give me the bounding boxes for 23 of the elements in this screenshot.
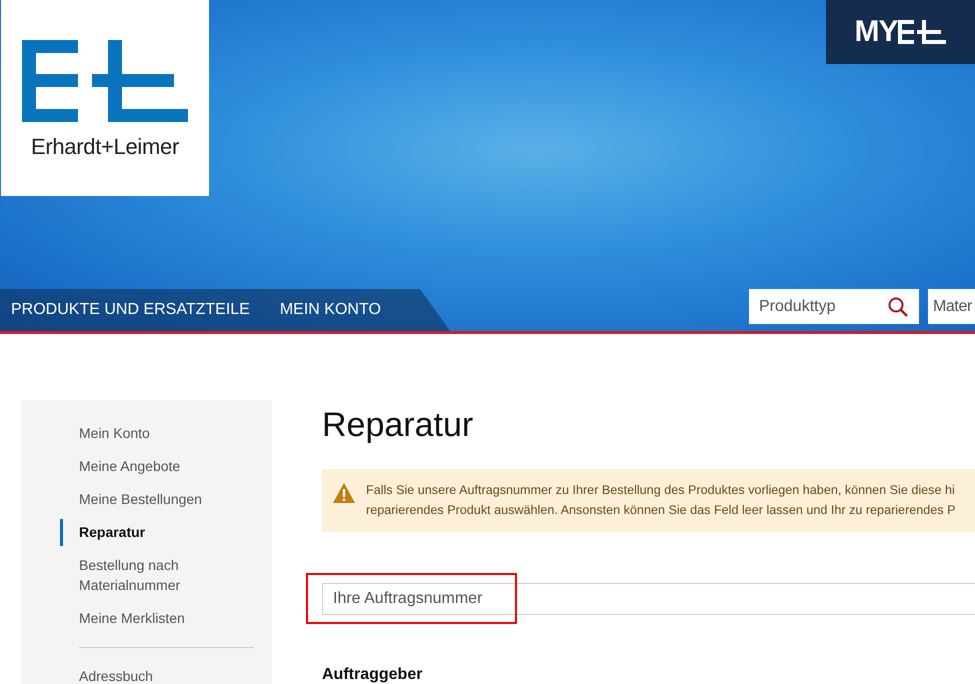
sidebar-link[interactable]: Mein Konto	[61, 417, 254, 450]
search-field[interactable]: Produkttyp	[749, 289, 919, 324]
el-logo-icon	[898, 20, 948, 44]
search-field[interactable]: Mater	[928, 289, 975, 324]
nav-link[interactable]: PRODUKTE UND ERSATZTEILE	[11, 301, 250, 319]
page-title: Reparatur	[322, 406, 474, 445]
warning-icon	[332, 482, 356, 504]
sidebar-link[interactable]: Meine Angebote	[61, 450, 254, 483]
alert-message: Falls Sie unsere Auftragsnummer zu Ihrer Bestellung des Produktes vorliegen haben, können Sie diese hi reparierendes Produkt auswählen. Ansonsten können Sie das Feld leer lassen und Ihr zu reparierendes P	[366, 482, 956, 519]
portal-badge[interactable]: MY	[826, 0, 975, 64]
section-heading: Auftraggeber	[322, 666, 424, 684]
search-icon[interactable]	[887, 296, 909, 318]
nav-link[interactable]: MEIN KONTO	[280, 301, 381, 319]
company-name: Erhardt+Leimer	[30, 134, 180, 160]
sidebar-link[interactable]: Adressbuch	[61, 660, 254, 684]
company-logo[interactable]: Erhardt+Leimer	[1, 0, 209, 196]
sidebar-link[interactable]: Meine Merklisten	[61, 602, 254, 635]
order-number-field[interactable]: Ihre Auftragsnummer	[322, 583, 975, 615]
badge-text: MY	[854, 15, 898, 49]
sidebar-link[interactable]: Meine Bestellungen	[61, 483, 254, 516]
sidebar-link[interactable]: Reparatur	[61, 516, 254, 549]
logo-mark-icon	[22, 40, 188, 122]
sidebar-link[interactable]: Bestellung nach Materialnummer	[61, 549, 254, 602]
